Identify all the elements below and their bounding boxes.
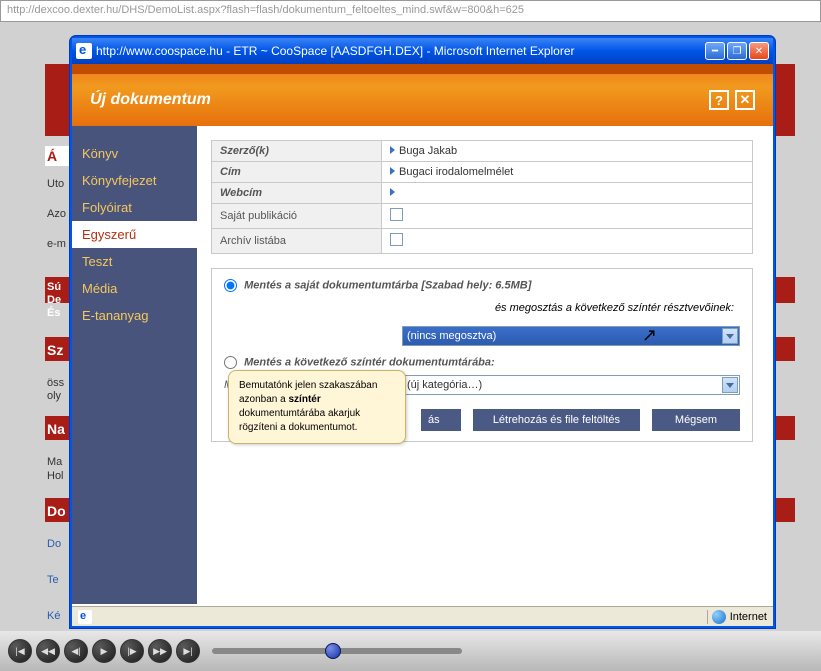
content-pane: Szerző(k) Buga Jakab Cím Bugaci irodalom… — [197, 126, 773, 604]
url-label: Webcím — [212, 183, 382, 204]
minimize-button[interactable]: ━ — [705, 42, 725, 60]
sidebar-item-egyszeru[interactable]: Egyszerű — [72, 221, 197, 248]
sidebar-item-etananyag[interactable]: E-tananyag — [72, 302, 197, 329]
ie-window: http://www.coospace.hu - ETR ~ CooSpace … — [70, 36, 775, 628]
ie-title-text: http://www.coospace.hu - ETR ~ CooSpace … — [96, 44, 705, 58]
skip-fwd-button[interactable]: ▶| — [176, 639, 200, 663]
category-dropdown[interactable]: (új kategória…) — [402, 375, 740, 395]
globe-icon — [712, 610, 726, 624]
own-pub-label: Saját publikáció — [212, 204, 382, 229]
bg-nav: e-m — [45, 236, 68, 252]
bg-nav[interactable]: Ké — [45, 608, 62, 624]
slider-thumb[interactable] — [325, 643, 341, 659]
triangle-icon — [390, 146, 395, 154]
bg-heading: Do — [45, 501, 68, 521]
browser-url-bar[interactable]: http://dexcoo.dexter.hu/DHS/DemoList.asp… — [0, 0, 821, 22]
triangle-icon — [390, 188, 395, 196]
dialog-title: Új dokumentum — [90, 91, 703, 109]
bg-heading: Na — [45, 419, 67, 439]
save-scene-label: Mentés a következő színtér dokumentumtár… — [244, 356, 495, 368]
archive-label: Archív listába — [212, 229, 382, 254]
bg-nav: Hol — [45, 468, 66, 484]
own-pub-checkbox[interactable] — [390, 208, 403, 221]
chevron-down-icon[interactable] — [722, 328, 738, 344]
author-value[interactable]: Buga Jakab — [382, 141, 753, 162]
create-upload-button[interactable]: Létrehozás és file feltöltés — [473, 409, 640, 431]
share-label: és megosztás a következő színtér résztve… — [402, 302, 740, 314]
sidebar-item-teszt[interactable]: Teszt — [72, 248, 197, 275]
progress-slider[interactable] — [212, 648, 462, 654]
hint-tooltip: Bemutatónk jelen szakaszában azonban a s… — [228, 370, 406, 444]
cancel-button[interactable]: Mégsem — [652, 409, 740, 431]
share-dropdown[interactable]: (nincs megosztva) — [402, 326, 740, 346]
skip-back-button[interactable]: |◀ — [8, 639, 32, 663]
sidebar-item-folyoirat[interactable]: Folyóirat — [72, 194, 197, 221]
sidebar-item-media[interactable]: Média — [72, 275, 197, 302]
play-button[interactable]: ▶ — [92, 639, 116, 663]
help-button[interactable]: ? — [709, 90, 729, 110]
metadata-table: Szerző(k) Buga Jakab Cím Bugaci irodalom… — [211, 140, 753, 254]
ffwd-button[interactable]: ▶▶ — [148, 639, 172, 663]
sidebar-item-konyv[interactable]: Könyv — [72, 140, 197, 167]
step-back-button[interactable]: ◀| — [64, 639, 88, 663]
bg-nav: oly — [45, 388, 63, 404]
triangle-icon — [390, 167, 395, 175]
ie-statusbar: Internet — [72, 606, 773, 626]
bg-heading: Á — [45, 146, 69, 166]
sidebar: Könyv Könyvfejezet Folyóirat Egyszerű Te… — [72, 126, 197, 604]
bg-nav[interactable]: Do — [45, 536, 63, 552]
author-label: Szerző(k) — [212, 141, 382, 162]
rewind-button[interactable]: ◀◀ — [36, 639, 60, 663]
close-button[interactable]: ✕ — [749, 42, 769, 60]
bg-nav: Azo — [45, 206, 68, 222]
ie-titlebar[interactable]: http://www.coospace.hu - ETR ~ CooSpace … — [72, 38, 773, 64]
archive-checkbox[interactable] — [390, 233, 403, 246]
maximize-button[interactable]: ❐ — [727, 42, 747, 60]
security-zone-label: Internet — [730, 611, 767, 623]
save-scene-radio[interactable] — [224, 356, 237, 369]
save-own-radio[interactable] — [224, 279, 237, 292]
ie-page-icon — [78, 610, 92, 624]
title-label: Cím — [212, 162, 382, 183]
dialog-close-button[interactable]: ✕ — [735, 90, 755, 110]
bg-heading: Sz — [45, 340, 65, 360]
dialog-header: Új dokumentum ? ✕ — [72, 64, 773, 126]
chevron-down-icon[interactable] — [722, 377, 738, 393]
sidebar-item-konyvfejezet[interactable]: Könyvfejezet — [72, 167, 197, 194]
url-value[interactable] — [382, 183, 753, 204]
app-content-area: Új dokumentum ? ✕ Könyv Könyvfejezet Fol… — [72, 64, 773, 604]
bg-nav[interactable]: Te — [45, 572, 61, 588]
create-button[interactable]: ás — [421, 409, 461, 431]
ie-app-icon — [76, 43, 92, 59]
title-value[interactable]: Bugaci irodalomelmélet — [382, 162, 753, 183]
save-own-label: Mentés a saját dokumentumtárba [Szabad h… — [244, 279, 531, 291]
media-player-bar: |◀ ◀◀ ◀| ▶ |▶ ▶▶ ▶| — [0, 631, 821, 671]
bg-nav: Uto — [45, 176, 66, 192]
category-dropdown-value: (új kategória…) — [407, 379, 482, 391]
step-fwd-button[interactable]: |▶ — [120, 639, 144, 663]
bg-nav: És — [45, 305, 62, 321]
share-dropdown-value: (nincs megosztva) — [407, 330, 496, 342]
